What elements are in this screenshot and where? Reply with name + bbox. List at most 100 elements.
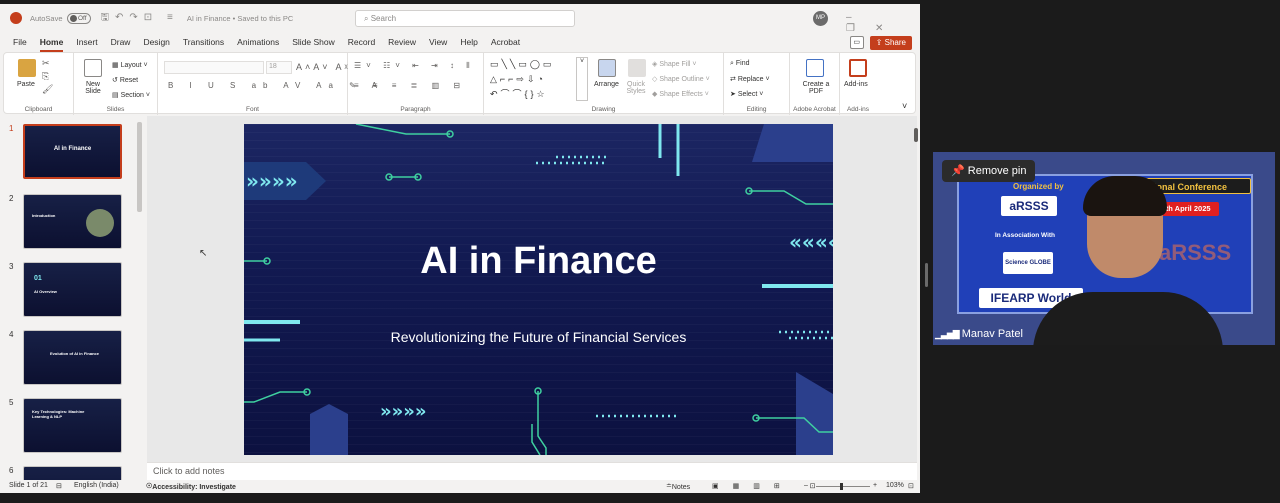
tab-animations[interactable]: Animations <box>237 34 279 52</box>
slide-scrollbar[interactable] <box>914 128 918 142</box>
addins-icon[interactable] <box>849 59 867 77</box>
reset-label: Reset <box>119 77 139 84</box>
list-indent-icons[interactable]: ☰˅ ☷˅ ⇤ ⇥ ↕ ⫴ <box>354 61 475 71</box>
font-size-select[interactable]: 18 <box>266 61 292 74</box>
section-button[interactable]: ▤ Section ˅ <box>112 91 150 99</box>
banner-logo-arsss: aRSSS <box>1001 196 1057 216</box>
banner-organized-by: Organized by <box>1013 182 1064 191</box>
view-buttons[interactable]: ▣▦▥⊞ ⊡ <box>712 482 830 490</box>
banner-logo-science-globe: Science GLOBE <box>1003 252 1053 274</box>
thumbnail-image <box>86 209 114 237</box>
paste-button[interactable]: Paste <box>17 81 35 88</box>
arrange-icon[interactable] <box>598 59 616 77</box>
accessibility-indicator[interactable]: ☉ Accessibility: Investigate <box>146 482 236 491</box>
decor-bottom-right-shape <box>796 372 833 455</box>
addins-label: Add-ins <box>846 106 870 113</box>
slide-title[interactable]: AI in Finance <box>244 240 833 283</box>
find-button[interactable]: ⌕ Find <box>730 60 750 68</box>
tab-insert[interactable]: Insert <box>76 34 97 52</box>
comments-icon[interactable]: ▭ <box>849 36 864 49</box>
select-button[interactable]: ➤ Select ˅ <box>730 90 763 98</box>
thumbnail-scrollbar[interactable] <box>137 122 142 212</box>
zoom-in-icon[interactable]: + <box>873 482 877 489</box>
participant-body <box>1033 292 1223 345</box>
addins-group: Add-ins Add-ins <box>840 53 876 115</box>
thumbnail-title: Key Technologies: Machine Learning & NLP <box>32 409 85 419</box>
shapes-gallery[interactable]: ▭╲╲▭◯▭ △⌐⌐⇨⇩◔ ↶⌒⌒{}☆ <box>490 57 580 99</box>
ribbon-collapse-icon[interactable]: ˅ <box>902 101 907 111</box>
thumbnail-slide-1[interactable]: 1 AI in Finance <box>0 124 146 184</box>
tab-view[interactable]: View <box>429 34 447 52</box>
quick-access-icons[interactable]: 🖫↶↷⊡ ≡ <box>101 10 179 27</box>
addins-button[interactable]: Add-ins <box>844 81 868 88</box>
zoom-slider[interactable] <box>816 486 870 487</box>
layout-label: Layout <box>120 62 142 69</box>
font-name-select[interactable] <box>164 61 264 74</box>
window-controls[interactable]: –❐✕ <box>846 12 920 34</box>
paste-icon[interactable] <box>18 59 36 77</box>
thumbnail-slide-4[interactable]: 4 Evolution of AI in Finance <box>0 330 146 390</box>
current-slide[interactable]: »»»» «««« »»»» <box>244 124 833 455</box>
editing-label: Editing <box>746 106 767 113</box>
shape-effects-button[interactable]: ◆ Shape Effects ˅ <box>652 90 709 98</box>
cut-copy-format-icons[interactable]: ✂ ⎘ 🖌 <box>42 57 54 96</box>
create-pdf-button[interactable]: Create a PDF <box>800 81 832 95</box>
reset-button[interactable]: ↺ Reset <box>112 76 138 84</box>
remove-pin-button[interactable]: 📌 Remove pin <box>942 160 1036 182</box>
tab-help[interactable]: Help <box>460 34 477 52</box>
zoom-level[interactable]: 103% <box>886 482 904 489</box>
language-indicator[interactable]: English (India) <box>74 482 119 489</box>
arrange-button[interactable]: Arrange <box>594 81 619 88</box>
new-slide-button[interactable]: New Slide <box>80 81 106 95</box>
quick-styles-icon[interactable] <box>628 59 646 77</box>
remove-pin-label: Remove pin <box>967 165 1027 177</box>
quick-styles-button[interactable]: Quick Styles <box>623 81 649 95</box>
shape-outline-button[interactable]: ◇ Shape Outline ˅ <box>652 75 710 83</box>
tab-file[interactable]: File <box>13 34 27 52</box>
shapes-more-icon[interactable]: ˅ <box>576 57 588 101</box>
create-pdf-icon[interactable] <box>806 59 824 77</box>
share-button[interactable]: ⇪ Share <box>869 36 912 50</box>
banner-logo-arsss-large: aRSSS <box>1159 240 1232 265</box>
tab-slide-show[interactable]: Slide Show <box>292 34 335 52</box>
participant-name-label: Manav Patel <box>961 328 1023 340</box>
notes-pane[interactable]: Click to add notes <box>147 462 917 480</box>
fit-slide-icon[interactable]: ⊡ <box>908 482 914 490</box>
search-placeholder: Search <box>370 14 397 23</box>
split-handle[interactable] <box>925 263 928 287</box>
tab-transitions[interactable]: Transitions <box>183 34 224 52</box>
shape-fill-button[interactable]: ◈ Shape Fill ˅ <box>652 60 697 68</box>
autosave-toggle[interactable]: Off <box>66 12 91 24</box>
tab-home[interactable]: Home <box>39 34 64 52</box>
alignment-icons[interactable]: ≡ ≡ ≡ ≣ ▥ ⊟ <box>354 81 466 90</box>
thumbnail-slide-6[interactable]: 6 <box>0 466 146 480</box>
acrobat-label: Adobe Acrobat <box>793 106 836 113</box>
document-title: AI in Finance • Saved to this PC <box>186 13 294 23</box>
tab-acrobat[interactable]: Acrobat <box>491 34 520 52</box>
font-grow-shrink-icons[interactable]: A˄A˅ Aᵡ <box>296 62 351 72</box>
slide-subtitle[interactable]: Revolutionizing the Future of Financial … <box>244 329 833 345</box>
new-slide-icon[interactable] <box>84 59 102 77</box>
thumbnail-number: 1 <box>9 124 14 133</box>
clipboard-label: Clipboard <box>24 106 53 113</box>
avatar[interactable]: MP <box>813 11 828 26</box>
thumbnail-slide-5[interactable]: 5 Key Technologies: Machine Learning & N… <box>0 398 146 458</box>
thumbnail-slide-3[interactable]: 3 01 AI Overview <box>0 262 146 322</box>
tab-review[interactable]: Review <box>388 34 416 52</box>
thumbnail-slide-2[interactable]: 2 Introduction <box>0 194 146 254</box>
search-input[interactable]: ⌕ Search <box>355 10 575 27</box>
tab-record[interactable]: Record <box>348 34 375 52</box>
thumbnail-title: AI Overview <box>34 289 57 294</box>
zoom-slider-knob[interactable] <box>840 483 843 490</box>
spellcheck-icon[interactable]: ⊟ <box>56 482 62 490</box>
menu-bar: File Home Insert Draw Design Transitions… <box>0 34 920 52</box>
tab-design[interactable]: Design <box>143 34 169 52</box>
shape-effects-label: Shape Effects <box>659 91 703 98</box>
zoom-out-icon[interactable]: – <box>804 482 808 489</box>
share-label: Share <box>884 38 906 47</box>
replace-button[interactable]: ⇄ Replace ˅ <box>730 75 770 83</box>
tab-draw[interactable]: Draw <box>111 34 131 52</box>
autosave-label: AutoSave <box>30 13 63 23</box>
layout-button[interactable]: ▦ Layout ˅ <box>112 61 148 69</box>
notes-button[interactable]: ≐ Notes <box>666 482 690 491</box>
